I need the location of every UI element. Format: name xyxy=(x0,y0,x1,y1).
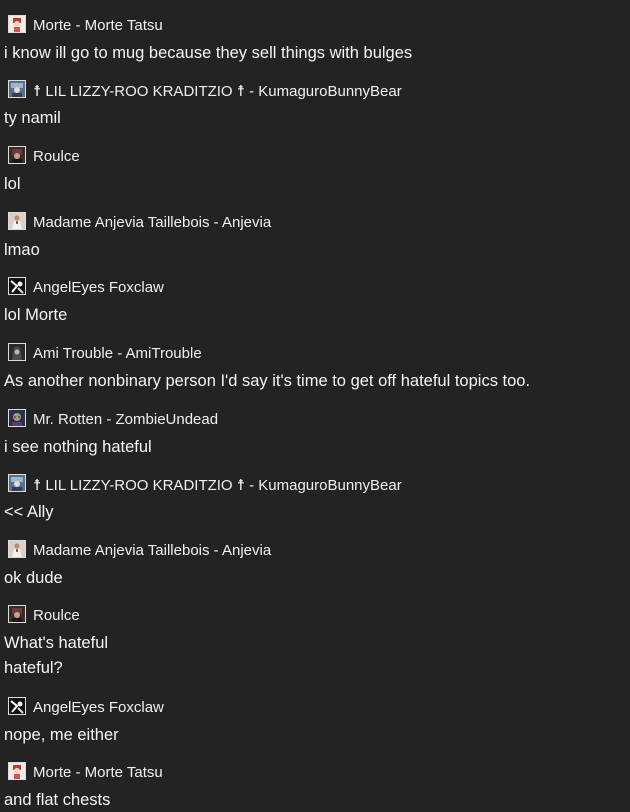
message-body: lmao xyxy=(4,238,40,263)
dark-character-avatar-icon[interactable] xyxy=(8,146,26,164)
message-text: nope, me either xyxy=(4,726,119,744)
message-header: ☨ LIL LIZZY-ROO KRADITZIO ☨ - KumaguroBu… xyxy=(0,471,630,494)
message-text: i see nothing hateful xyxy=(4,438,152,456)
chat-message: AngelEyes Foxclaw lol Morte xyxy=(0,274,630,324)
message-body: << Ally xyxy=(4,500,54,525)
message-text: ty namil xyxy=(4,109,61,127)
message-text: hateful? xyxy=(4,659,63,677)
message-text: i know ill go to mug because they sell t… xyxy=(4,44,413,62)
message-text: What's hateful xyxy=(4,634,109,652)
message-text: lol xyxy=(4,175,21,193)
username[interactable]: ☨ LIL LIZZY-ROO KRADITZIO ☨ - KumaguroBu… xyxy=(33,476,402,494)
dark-character-avatar-icon[interactable] xyxy=(8,605,26,623)
message-body: As another nonbinary person I'd say it's… xyxy=(4,369,530,394)
black-white-character-avatar-icon[interactable] xyxy=(8,697,26,715)
message-text: ok dude xyxy=(4,569,63,587)
username[interactable]: Mr. Rotten - ZombieUndead xyxy=(33,411,218,428)
anime-character-avatar-blue-icon[interactable] xyxy=(8,474,26,492)
message-body: i see nothing hateful xyxy=(4,435,152,460)
username[interactable]: ☨ LIL LIZZY-ROO KRADITZIO ☨ - KumaguroBu… xyxy=(33,82,402,100)
message-body: and flat chests xyxy=(4,788,110,812)
message-body: nope, me either xyxy=(4,723,119,748)
chat-message: Morte - Morte Tatsu and flat chests xyxy=(0,759,630,809)
chat-message: AngelEyes Foxclaw nope, me either xyxy=(0,694,630,744)
message-text: lol Morte xyxy=(4,306,68,324)
anime-character-avatar-red-icon[interactable] xyxy=(8,15,26,33)
username[interactable]: Morte - Morte Tatsu xyxy=(33,764,163,781)
message-header: Morte - Morte Tatsu xyxy=(0,759,630,781)
message-body: ty namil xyxy=(4,106,61,131)
message-header: AngelEyes Foxclaw xyxy=(0,694,630,716)
message-header: Madame Anjevia Taillebois - Anjevia xyxy=(0,537,630,559)
message-body: lol xyxy=(4,172,21,197)
chat-message: Roulce What's hateful hateful? xyxy=(0,602,630,677)
username[interactable]: AngelEyes Foxclaw xyxy=(33,279,164,296)
message-header: ☨ LIL LIZZY-ROO KRADITZIO ☨ - KumaguroBu… xyxy=(0,77,630,100)
message-header: Mr. Rotten - ZombieUndead xyxy=(0,406,630,428)
message-header: AngelEyes Foxclaw xyxy=(0,274,630,296)
chat-message: Morte - Morte Tatsu i know ill go to mug … xyxy=(0,12,630,62)
dark-hooded-character-avatar-icon[interactable] xyxy=(8,343,26,361)
username[interactable]: Ami Trouble - AmiTrouble xyxy=(33,345,202,362)
character-avatar-white-dress-icon[interactable] xyxy=(8,540,26,558)
message-body: lol Morte xyxy=(4,303,67,328)
username[interactable]: Roulce xyxy=(33,607,80,624)
message-text: << Ally xyxy=(4,503,54,521)
chat-message: Madame Anjevia Taillebois - Anjevia ok du… xyxy=(0,537,630,587)
character-avatar-white-dress-icon[interactable] xyxy=(8,212,26,230)
chat-message: Madame Anjevia Taillebois - Anjevia lmao xyxy=(0,209,630,259)
username[interactable]: Roulce xyxy=(33,148,80,165)
username[interactable]: Morte - Morte Tatsu xyxy=(33,17,163,34)
message-text: and flat chests xyxy=(4,791,111,809)
chat-message: ☨ LIL LIZZY-ROO KRADITZIO ☨ - KumaguroBu… xyxy=(0,77,630,127)
black-white-character-avatar-icon[interactable] xyxy=(8,277,26,295)
message-body: i know ill go to mug because they sell t… xyxy=(4,41,412,66)
chat-message: Roulce lol xyxy=(0,143,630,193)
anime-character-avatar-blue-icon[interactable] xyxy=(8,80,26,98)
message-header: Roulce xyxy=(0,143,630,165)
message-text: As another nonbinary person I'd say it's… xyxy=(4,372,531,390)
message-header: Madame Anjevia Taillebois - Anjevia xyxy=(0,209,630,231)
username[interactable]: AngelEyes Foxclaw xyxy=(33,699,164,716)
message-header: Morte - Morte Tatsu xyxy=(0,12,630,34)
chat-message: Mr. Rotten - ZombieUndead i see nothing h… xyxy=(0,406,630,456)
message-body: ok dude xyxy=(4,566,63,591)
username[interactable]: Madame Anjevia Taillebois - Anjevia xyxy=(33,542,271,559)
username[interactable]: Madame Anjevia Taillebois - Anjevia xyxy=(33,214,271,231)
chat-log: Morte - Morte Tatsu i know ill go to mug … xyxy=(0,0,630,812)
message-header: Roulce xyxy=(0,602,630,624)
zombie-character-avatar-icon[interactable] xyxy=(8,409,26,427)
message-body: What's hateful hateful? xyxy=(4,631,108,681)
message-text: lmao xyxy=(4,241,40,259)
chat-message: Ami Trouble - AmiTrouble As another nonbi… xyxy=(0,340,630,390)
anime-character-avatar-red-icon[interactable] xyxy=(8,762,26,780)
chat-message: ☨ LIL LIZZY-ROO KRADITZIO ☨ - KumaguroBu… xyxy=(0,471,630,521)
message-header: Ami Trouble - AmiTrouble xyxy=(0,340,630,362)
